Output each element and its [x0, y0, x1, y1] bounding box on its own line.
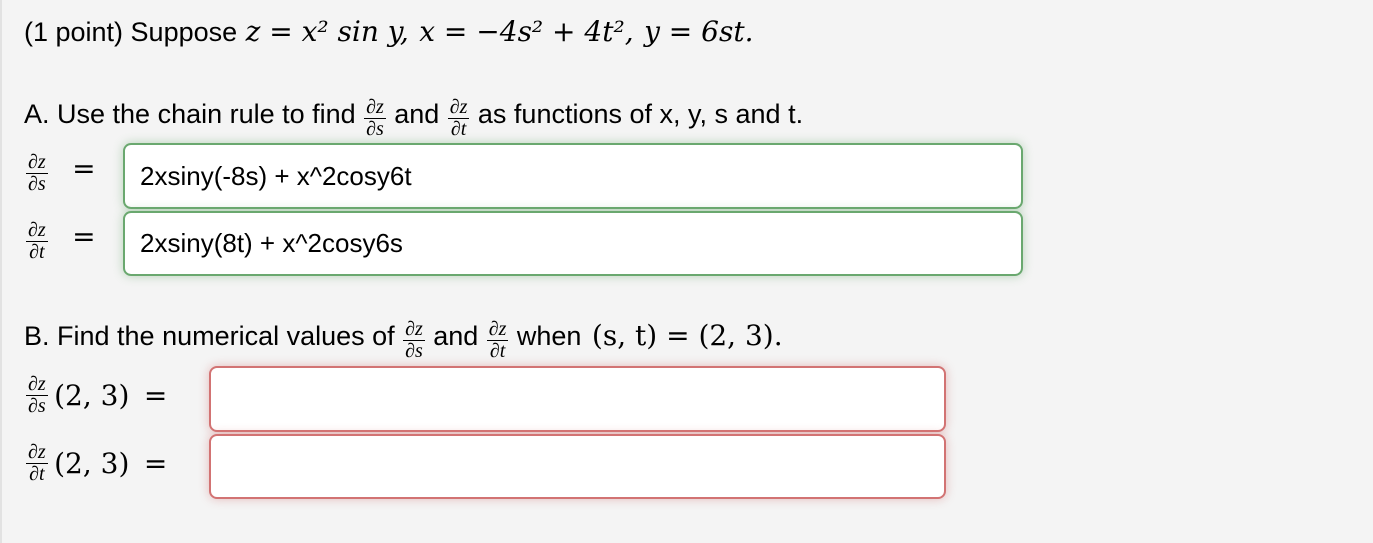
frac-numerator: ∂z [486, 318, 509, 342]
dz-dt-fraction: ∂z ∂t [486, 318, 509, 363]
z-definition: z = x² sin y, [245, 15, 409, 48]
y-definition: y = 6st. [644, 15, 754, 48]
part-a-prompt: A. Use the chain rule to find ∂z ∂s and … [24, 92, 803, 141]
answer-label-dz-ds: ∂z ∂s = [24, 152, 96, 194]
evaluation-point: (s, t) = (2, 3). [591, 319, 783, 352]
when-text: when [516, 321, 582, 351]
frac-denominator: ∂s [366, 118, 384, 141]
answer-label-dz-dt: ∂z ∂t = [24, 220, 96, 262]
dz-ds-fraction: ∂z ∂s [26, 151, 48, 196]
part-b-prompt: B. Find the numerical values of ∂z ∂s an… [24, 314, 783, 363]
frac-numerator: ∂z [447, 96, 470, 120]
frac-denominator: ∂t [29, 463, 45, 485]
dz-dt-answer-input[interactable]: 2xsiny(8t) + x^2cosy6s [123, 211, 1023, 276]
frac-numerator: ∂z [364, 96, 386, 120]
frac-denominator: ∂t [29, 241, 45, 264]
answer-label-dz-ds-at-point: ∂z ∂s (2, 3) = [24, 373, 168, 417]
answer-label-dz-dt-at-point: ∂z ∂t (2, 3) = [24, 441, 168, 485]
equals-sign: = [143, 379, 168, 412]
points-label: (1 point) Suppose [24, 17, 238, 47]
dz-ds-at-point-input[interactable] [209, 366, 946, 432]
frac-denominator: ∂t [450, 118, 467, 141]
part-b-prefix: B. Find the numerical values of [24, 321, 395, 351]
frac-numerator: ∂z [26, 373, 48, 396]
dz-ds-answer-value: 2xsiny(-8s) + x^2cosy6t [140, 160, 412, 191]
frac-numerator: ∂z [26, 219, 48, 243]
and-text: and [394, 99, 440, 129]
frac-numerator: ∂z [26, 151, 48, 175]
problem-statement: (1 point) Suppose z = x² sin y, x = −4s²… [24, 12, 753, 57]
dz-ds-fraction: ∂z ∂s [26, 373, 48, 417]
frac-numerator: ∂z [403, 318, 425, 342]
frac-denominator: ∂s [28, 173, 46, 196]
part-a-suffix: as functions of x, y, s and t. [477, 99, 804, 129]
part-a-prefix: A. Use the chain rule to find [24, 99, 356, 129]
frac-denominator: ∂s [28, 395, 46, 417]
dz-ds-fraction: ∂z ∂s [403, 318, 425, 363]
dz-dt-at-point-input[interactable] [209, 434, 946, 499]
dz-ds-answer-input[interactable]: 2xsiny(-8s) + x^2cosy6t [123, 143, 1023, 209]
point-args: (2, 3) [54, 379, 130, 412]
frac-denominator: ∂s [405, 340, 423, 363]
equals-sign: = [143, 447, 168, 480]
frac-denominator: ∂t [489, 340, 506, 363]
dz-ds-fraction: ∂z ∂s [364, 96, 386, 141]
dz-dt-answer-value: 2xsiny(8t) + x^2cosy6s [140, 228, 403, 258]
equals-sign: = [72, 220, 96, 253]
dz-dt-fraction: ∂z ∂t [447, 96, 470, 141]
frac-numerator: ∂z [26, 441, 48, 464]
point-args: (2, 3) [54, 447, 130, 480]
x-definition: x = −4s² + 4t², [419, 15, 634, 48]
dz-dt-fraction: ∂z ∂t [26, 219, 48, 264]
equals-sign: = [72, 152, 96, 185]
dz-dt-fraction: ∂z ∂t [26, 441, 48, 485]
and-text: and [433, 321, 479, 351]
